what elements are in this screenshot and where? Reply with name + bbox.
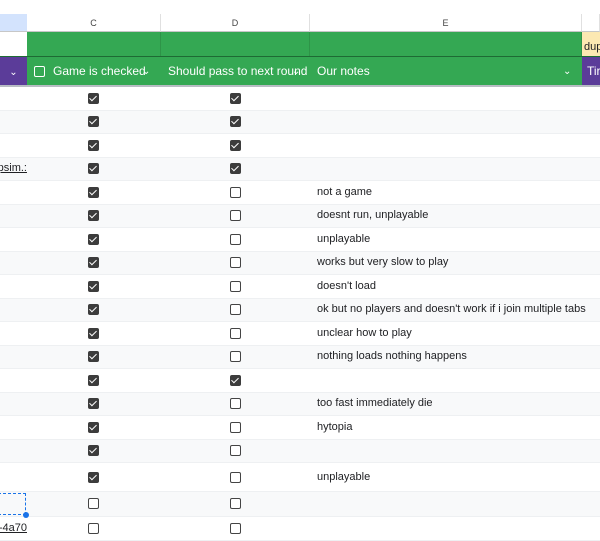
table-row [0,87,600,111]
chevron-down-icon[interactable]: ⌄ [563,57,571,86]
table-row: doesnt run, unplayable [0,204,600,228]
table-row: psim.: [0,157,600,181]
column-header-f[interactable] [582,14,600,32]
table-row [0,492,600,518]
cell-link[interactable]: -4a70 [0,522,27,534]
cell-f1[interactable]: dup [582,32,600,56]
game-checked-checkbox[interactable] [88,445,99,457]
note-cell[interactable]: unplayable [317,471,370,483]
cell-d1[interactable] [161,32,310,56]
game-checked-checkbox[interactable] [88,280,99,292]
game-checked-checkbox[interactable] [88,92,99,104]
game-checked-checkbox[interactable] [88,139,99,151]
pass-next-round-checkbox[interactable] [230,116,241,128]
table-row [0,134,600,158]
table-row: not a game [0,181,600,205]
column-header-c[interactable]: C [27,14,161,32]
header-our-notes[interactable]: Our notes ⌄ [310,56,582,85]
game-checked-checkbox[interactable] [88,304,99,316]
game-checked-checkbox[interactable] [88,186,99,198]
pass-next-round-checkbox[interactable] [230,257,241,269]
pass-next-round-checkbox[interactable] [230,471,241,483]
header-f[interactable]: Tir [582,56,600,85]
cell-c1[interactable] [27,32,161,56]
checkbox-icon [34,66,45,77]
note-cell[interactable]: doesn't load [317,280,376,292]
pass-next-round-checkbox[interactable] [230,163,241,175]
game-checked-checkbox[interactable] [88,327,99,339]
column-header-b[interactable] [0,14,27,32]
game-checked-checkbox[interactable] [88,233,99,245]
pass-next-round-checkbox[interactable] [230,304,241,316]
table-row: hytopia [0,416,600,440]
table-row [0,439,600,463]
pass-next-round-checkbox[interactable] [230,92,241,104]
chevron-down-icon[interactable]: ⌄ [142,57,150,86]
note-cell[interactable]: doesnt run, unplayable [317,209,428,221]
header-label: Our notes [317,64,370,78]
pass-next-round-checkbox[interactable] [230,351,241,363]
table-row: nothing loads nothing happens [0,345,600,369]
note-cell[interactable]: not a game [317,186,372,198]
game-checked-checkbox[interactable] [88,257,99,269]
note-cell[interactable]: hytopia [317,421,352,433]
game-checked-checkbox[interactable] [88,116,99,128]
header-game-checked[interactable]: Game is checked ⌄ [27,56,161,85]
pass-next-round-checkbox[interactable] [230,186,241,198]
cell-link[interactable]: psim.: [0,162,27,174]
header-b[interactable]: ⌄ [0,56,27,85]
table-row [0,369,600,393]
table-row: unclear how to play [0,322,600,346]
game-checked-checkbox[interactable] [88,522,99,534]
game-checked-checkbox[interactable] [88,351,99,363]
pass-next-round-checkbox[interactable] [230,398,241,410]
chevron-down-icon[interactable]: ⌄ [292,57,300,86]
game-checked-checkbox[interactable] [88,163,99,175]
cell-b1[interactable] [0,32,27,56]
pass-next-round-checkbox[interactable] [230,327,241,339]
header-label: Game is checked [53,64,146,78]
pass-next-round-checkbox[interactable] [230,445,241,457]
table-row: -4a70 [0,517,600,541]
table-row: too fast immediately die [0,392,600,416]
game-checked-checkbox[interactable] [88,421,99,433]
pass-next-round-checkbox[interactable] [230,280,241,292]
note-cell[interactable]: unclear how to play [317,327,412,339]
pass-next-round-checkbox[interactable] [230,139,241,151]
note-cell[interactable]: ok but no players and doesn't work if i … [317,303,586,315]
pass-next-round-checkbox[interactable] [230,498,241,510]
table-row: unplayable [0,228,600,252]
game-checked-checkbox[interactable] [88,398,99,410]
table-row: works but very slow to play [0,251,600,275]
game-checked-checkbox[interactable] [88,210,99,222]
table-row: ok but no players and doesn't work if i … [0,298,600,322]
pass-next-round-checkbox[interactable] [230,233,241,245]
header-label: Should pass to next round [168,64,308,78]
table-row: unplayable [0,463,600,492]
column-header-e[interactable]: E [310,14,582,32]
column-header-d[interactable]: D [161,14,310,32]
pass-next-round-checkbox[interactable] [230,210,241,222]
header-should-pass[interactable]: Should pass to next round ⌄ [161,56,310,85]
note-cell[interactable]: unplayable [317,233,370,245]
game-checked-checkbox[interactable] [88,471,99,483]
cell-e1[interactable] [310,32,582,56]
table-row: doesn't load [0,275,600,299]
table-row [0,110,600,134]
chevron-down-icon[interactable]: ⌄ [9,67,17,78]
note-cell[interactable]: too fast immediately die [317,397,433,409]
pass-next-round-checkbox[interactable] [230,421,241,433]
note-cell[interactable]: nothing loads nothing happens [317,350,467,362]
game-checked-checkbox[interactable] [88,498,99,510]
selected-cell[interactable] [0,493,29,518]
pass-next-round-checkbox[interactable] [230,374,241,386]
game-checked-checkbox[interactable] [88,374,99,386]
note-cell[interactable]: works but very slow to play [317,256,448,268]
pass-next-round-checkbox[interactable] [230,522,241,534]
